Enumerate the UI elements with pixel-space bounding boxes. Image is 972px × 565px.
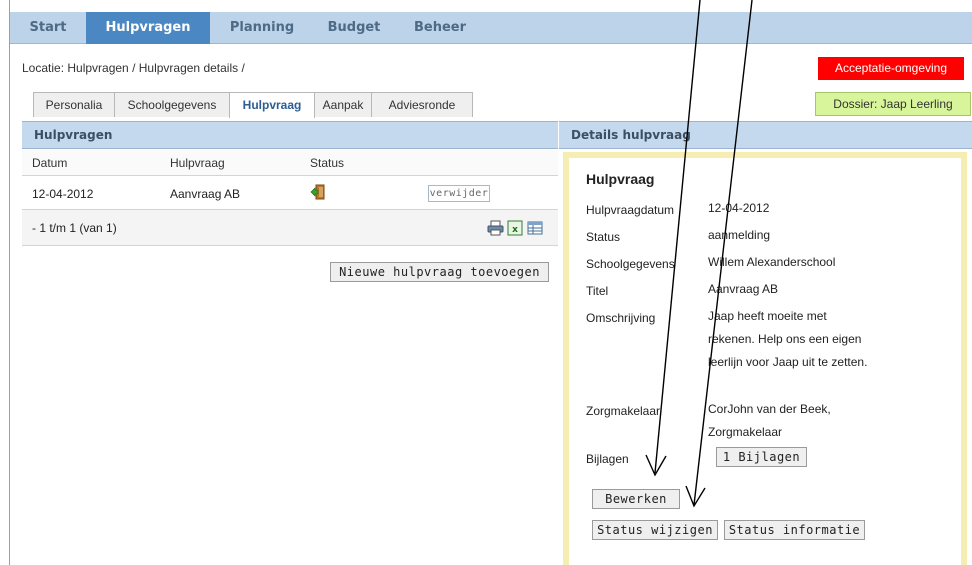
- value-zorgmakelaar: CorJohn van der Beek, Zorgmakelaar: [708, 402, 831, 439]
- nav-item-beheer[interactable]: Beheer: [402, 12, 478, 44]
- svg-text:x: x: [512, 225, 518, 235]
- delete-button[interactable]: verwijder: [428, 185, 490, 202]
- label-omschrijving: Omschrijving: [586, 311, 656, 325]
- table-footer: - 1 t/m 1 (van 1) x: [22, 210, 558, 246]
- status-wijzigen-button[interactable]: Status wijzigen: [592, 520, 718, 540]
- excel-icon[interactable]: x: [507, 220, 523, 239]
- column-header-status[interactable]: Status: [310, 156, 344, 170]
- main-nav: Start Hulpvragen Planning Budget Beheer: [10, 12, 972, 44]
- print-icon[interactable]: [487, 220, 504, 239]
- label-status: Status: [586, 230, 621, 244]
- hulpvragen-panel-header: Hulpvragen: [22, 121, 558, 149]
- label-titel: Titel: [586, 284, 609, 298]
- add-hulpvraag-button[interactable]: Nieuwe hulpvraag toevoegen: [330, 262, 549, 282]
- value-omschrijving: Jaap heeft moeite met rekenen. Help ons …: [708, 309, 868, 369]
- door-enter-icon: [310, 184, 326, 203]
- column-header-hulpvraag[interactable]: Hulpvraag: [170, 156, 225, 170]
- tab-adviesronde[interactable]: Adviesronde: [371, 92, 473, 117]
- nav-item-start[interactable]: Start: [20, 12, 76, 44]
- tab-hulpvraag[interactable]: Hulpvraag: [229, 92, 315, 118]
- pager-text: - 1 t/m 1 (van 1): [32, 221, 117, 235]
- label-schoolgegevens: Schoolgegevens: [586, 257, 675, 271]
- value-hulpvraagdatum: 12-04-2012: [708, 201, 770, 215]
- environment-badge: Acceptatie-omgeving: [818, 57, 964, 80]
- nav-item-planning[interactable]: Planning: [218, 12, 306, 44]
- value-status: aanmelding: [708, 228, 771, 242]
- value-schoolgegevens: Willem Alexanderschool: [708, 255, 836, 269]
- status-informatie-button[interactable]: Status informatie: [724, 520, 865, 540]
- bijlagen-button[interactable]: 1 Bijlagen: [716, 447, 807, 467]
- details-section-title: Hulpvraag: [586, 171, 655, 187]
- tab-aanpak[interactable]: Aanpak: [314, 92, 372, 117]
- tab-personalia[interactable]: Personalia: [33, 92, 115, 117]
- label-hulpvraagdatum: Hulpvraagdatum: [586, 203, 675, 217]
- label-bijlagen: Bijlagen: [586, 452, 629, 466]
- details-panel-header: Details hulpvraag: [559, 121, 972, 149]
- table-header-row: Datum Hulpvraag Status: [22, 150, 558, 176]
- table-icon[interactable]: [527, 220, 543, 239]
- nav-item-hulpvragen[interactable]: Hulpvragen: [86, 12, 210, 44]
- tab-schoolgegevens[interactable]: Schoolgegevens: [114, 92, 230, 117]
- column-header-datum[interactable]: Datum: [32, 156, 67, 170]
- nav-item-budget[interactable]: Budget: [316, 12, 392, 44]
- row-hulpvraag[interactable]: Aanvraag AB: [170, 187, 240, 201]
- label-zorgmakelaar: Zorgmakelaar: [586, 404, 661, 418]
- hulpvragen-table: Datum Hulpvraag Status 12-04-2012 Aanvra…: [22, 150, 558, 246]
- dossier-badge: Dossier: Jaap Leerling: [815, 92, 971, 116]
- bewerken-button[interactable]: Bewerken: [592, 489, 680, 509]
- page-left-border: [9, 0, 10, 565]
- value-titel: Aanvraag AB: [708, 282, 779, 296]
- row-datum: 12-04-2012: [32, 187, 94, 201]
- breadcrumb: Locatie: Hulpvragen / Hulpvragen details…: [22, 61, 245, 75]
- table-row[interactable]: 12-04-2012 Aanvraag AB verwijder: [22, 176, 558, 210]
